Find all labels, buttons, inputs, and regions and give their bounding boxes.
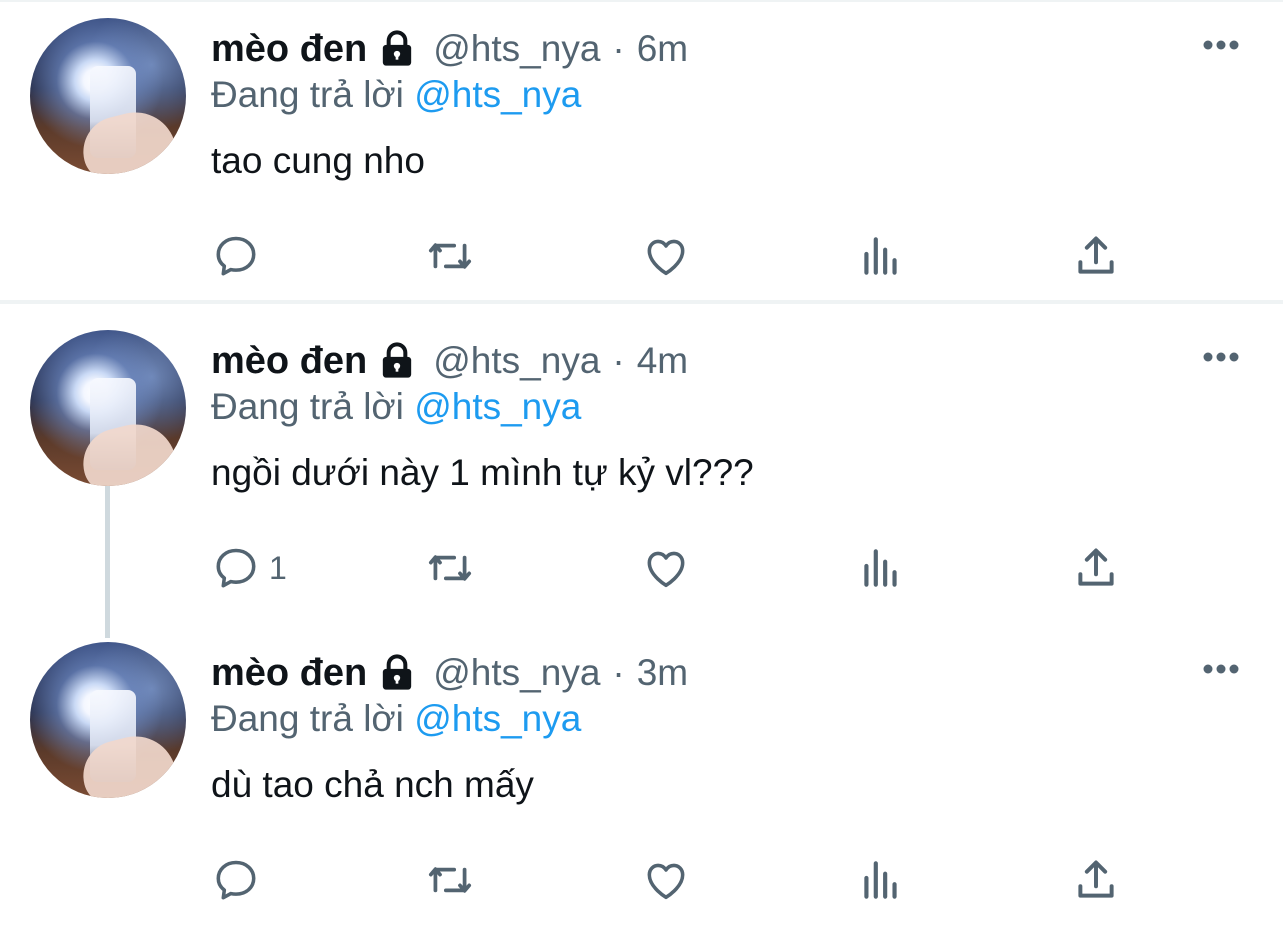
like-button[interactable] [641, 538, 691, 598]
lock-icon [383, 342, 412, 378]
reply-icon [216, 548, 256, 588]
reply-icon [216, 860, 256, 900]
reply-button[interactable] [211, 850, 269, 910]
replying-prefix: Đang trả lời [211, 74, 404, 115]
reply-count: 1 [269, 549, 287, 586]
views-icon [864, 861, 897, 899]
reply-button[interactable] [211, 226, 269, 286]
display-name[interactable]: mèo đen [211, 652, 367, 695]
timestamp[interactable]: 3m [637, 652, 688, 694]
more-icon[interactable] [1201, 350, 1241, 364]
tweet-text: dù tao chả nch mấy [211, 764, 534, 805]
separator-dot: · [612, 340, 625, 381]
share-icon [1078, 860, 1114, 898]
more-icon[interactable] [1201, 38, 1241, 52]
replying-to-handle[interactable]: @hts_nya [414, 386, 581, 427]
avatar[interactable] [30, 18, 186, 174]
tweet-divider [0, 300, 1283, 304]
retweet-icon [428, 243, 472, 269]
replying-prefix: Đang trả lời [211, 386, 404, 427]
reply-icon [216, 236, 256, 276]
tweet-header: mèo đen @hts_nya · 4m [211, 338, 688, 384]
separator-dot: · [612, 652, 625, 693]
avatar[interactable] [30, 642, 186, 798]
share-icon [1078, 236, 1114, 274]
separator-dot: · [612, 28, 625, 69]
like-button[interactable] [641, 850, 691, 910]
like-button[interactable] [641, 226, 691, 286]
replying-prefix: Đang trả lời [211, 698, 404, 739]
display-name[interactable]: mèo đen [211, 28, 367, 71]
views-icon [864, 237, 897, 275]
replying-to-handle[interactable]: @hts_nya [414, 698, 581, 739]
share-button[interactable] [1071, 850, 1121, 910]
share-button[interactable] [1071, 226, 1121, 286]
more-icon[interactable] [1201, 662, 1241, 676]
views-button[interactable] [856, 538, 906, 598]
retweet-button[interactable] [425, 538, 475, 598]
action-bar [211, 850, 1131, 910]
retweet-button[interactable] [425, 850, 475, 910]
display-name[interactable]: mèo đen [211, 340, 367, 383]
tweet-text: ngồi dưới này 1 mình tự kỷ vl??? [211, 452, 754, 493]
tweet[interactable]: mèo đen @hts_nya · 4m Đang trả lời @hts_… [0, 312, 1283, 612]
tweet[interactable]: mèo đen @hts_nya · 6m Đang trả lời @hts_… [0, 0, 1283, 300]
tweet[interactable]: mèo đen @hts_nya · 3m Đang trả lời @hts_… [0, 624, 1283, 924]
retweet-icon [428, 555, 472, 581]
like-icon [647, 863, 685, 900]
views-button[interactable] [856, 226, 906, 286]
retweet-icon [428, 867, 472, 893]
share-icon [1078, 548, 1114, 586]
reply-button[interactable]: 1 [211, 538, 287, 598]
tweet-header: mèo đen @hts_nya · 3m [211, 650, 688, 696]
replying-to: Đang trả lời @hts_nya [211, 698, 581, 740]
views-icon [864, 549, 897, 587]
user-handle[interactable]: @hts_nya [433, 340, 600, 382]
timestamp[interactable]: 6m [637, 28, 688, 70]
lock-icon [383, 30, 412, 66]
user-handle[interactable]: @hts_nya [433, 652, 600, 694]
views-button[interactable] [856, 850, 906, 910]
like-icon [647, 239, 685, 276]
replying-to: Đang trả lời @hts_nya [211, 74, 581, 116]
action-bar [211, 226, 1131, 286]
replying-to-handle[interactable]: @hts_nya [414, 74, 581, 115]
retweet-button[interactable] [425, 226, 475, 286]
replying-to: Đang trả lời @hts_nya [211, 386, 581, 428]
user-handle[interactable]: @hts_nya [433, 28, 600, 70]
lock-icon [383, 654, 412, 690]
timestamp[interactable]: 4m [637, 340, 688, 382]
tweet-text: tao cung nho [211, 140, 425, 181]
tweet-header: mèo đen @hts_nya · 6m [211, 26, 688, 72]
like-icon [647, 551, 685, 588]
action-bar: 1 [211, 538, 1131, 598]
avatar[interactable] [30, 330, 186, 486]
share-button[interactable] [1071, 538, 1121, 598]
